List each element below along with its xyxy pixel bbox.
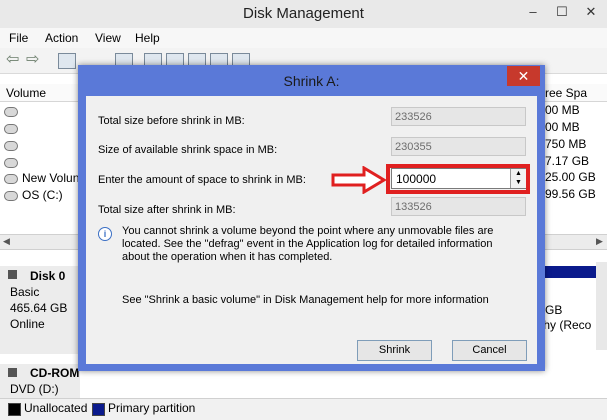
dialog-close-button[interactable]: ✕ — [507, 66, 540, 86]
menu-file[interactable]: File — [9, 31, 28, 45]
available-space-value: 230355 — [391, 137, 526, 156]
column-volume[interactable]: Volume — [6, 86, 46, 100]
available-space-label: Size of available shrink space in MB: — [98, 144, 278, 156]
vertical-scrollbar[interactable] — [596, 262, 607, 350]
cancel-button[interactable]: Cancel — [452, 340, 527, 361]
cdrom-name: CD-ROM — [30, 366, 80, 380]
menu-view[interactable]: View — [95, 31, 121, 45]
free-space-value: 750 MB — [545, 137, 587, 151]
disk-status: Online — [10, 317, 45, 331]
total-before-value: 233526 — [391, 107, 526, 126]
cdrom-type: DVD (D:) — [10, 382, 59, 396]
back-arrow-icon[interactable]: ⇦ — [6, 52, 22, 68]
disk-size: 465.64 GB — [10, 301, 68, 315]
legend-primary-partition: Primary partition — [108, 401, 196, 415]
disk-type: Basic — [10, 285, 40, 299]
volume-icon — [4, 173, 18, 184]
help-message: See "Shrink a basic volume" in Disk Mana… — [122, 294, 489, 306]
legend-unallocated: Unallocated — [24, 401, 88, 415]
partition-size: GB — [545, 303, 563, 317]
info-icon: i — [98, 227, 112, 241]
maximize-button[interactable]: ☐ — [549, 2, 575, 22]
free-space-value: 00 MB — [545, 120, 580, 134]
free-space-value: 00 MB — [545, 103, 580, 117]
cdrom-icon — [8, 368, 17, 377]
disk-icon — [8, 270, 17, 279]
console-tree-icon[interactable] — [58, 53, 76, 69]
volume-name: New Volun — [22, 171, 80, 185]
free-space-value: 7.17 GB — [545, 154, 590, 168]
volume-icon — [4, 140, 18, 151]
scroll-left-icon[interactable]: ◀ — [3, 236, 10, 247]
free-space-value: 99.56 GB — [545, 187, 596, 201]
primary-partition-swatch — [92, 403, 105, 416]
volume-icon — [4, 106, 18, 117]
column-free-space[interactable]: ree Spa — [545, 86, 587, 100]
menu-help[interactable]: Help — [135, 31, 160, 45]
minimize-button[interactable]: – — [520, 2, 546, 22]
disk-name: Disk 0 — [30, 269, 66, 283]
menu-bar — [0, 28, 607, 48]
free-space-value: 25.00 GB — [545, 170, 596, 184]
total-after-value: 133526 — [391, 197, 526, 216]
volume-name: OS (C:) — [22, 188, 63, 202]
volume-icon — [4, 123, 18, 134]
red-arrow-icon — [331, 166, 387, 194]
volume-icon — [4, 190, 18, 201]
close-button[interactable]: ✕ — [578, 2, 604, 22]
volume-icon — [4, 157, 18, 168]
menu-action[interactable]: Action — [45, 31, 78, 45]
unallocated-swatch — [8, 403, 21, 416]
forward-arrow-icon[interactable]: ⇨ — [26, 52, 42, 68]
total-before-label: Total size before shrink in MB: — [98, 115, 245, 127]
scroll-right-icon[interactable]: ▶ — [596, 236, 603, 247]
partition-status: thy (Reco — [540, 318, 592, 332]
highlight-box — [386, 164, 530, 194]
enter-amount-label: Enter the amount of space to shrink in M… — [98, 174, 306, 186]
total-after-label: Total size after shrink in MB: — [98, 204, 236, 216]
shrink-button[interactable]: Shrink — [357, 340, 432, 361]
window-title: Disk Management — [243, 5, 364, 22]
dialog-title: Shrink A: — [283, 73, 340, 89]
info-message: You cannot shrink a volume beyond the po… — [122, 225, 494, 263]
